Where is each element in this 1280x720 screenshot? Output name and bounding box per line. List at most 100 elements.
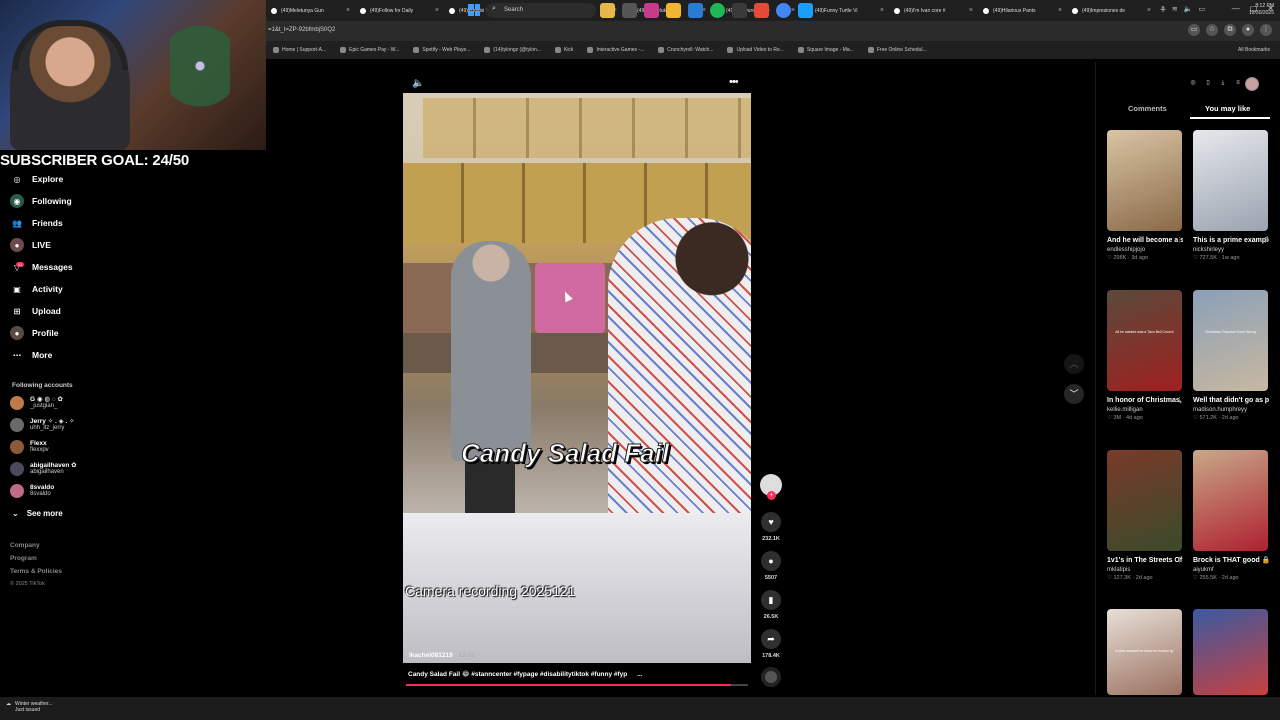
close-tab-icon[interactable]: × (346, 7, 350, 14)
chrome-icon[interactable] (776, 3, 791, 18)
bookmark-item[interactable]: Kick (554, 47, 573, 53)
video-thumbnail[interactable] (1193, 130, 1268, 231)
browser-menu-icon[interactable]: ⋮ (1260, 24, 1272, 36)
close-tab-icon[interactable]: × (1147, 7, 1151, 14)
video-thumbnail[interactable]: All he wanted was a Taco Bell Crunch (1107, 290, 1182, 391)
edge-browser-icon[interactable] (688, 3, 703, 18)
bookmark-item[interactable]: Upload Video to Re... (727, 47, 784, 53)
tab-you-may-like[interactable]: You may like (1205, 104, 1250, 113)
video-player[interactable]: Candy Salad Fail Camera recording 202512… (403, 93, 751, 663)
bookmark-item[interactable]: Interactive Games -... (587, 47, 644, 53)
video-author[interactable]: lkachel081219 12-11 (409, 652, 475, 659)
video-thumbnail[interactable] (1107, 450, 1182, 551)
card-title[interactable]: Well that didn't go as planned.... (1193, 395, 1269, 406)
task-view-icon[interactable] (622, 3, 637, 18)
sidebar-item-explore[interactable]: ◎ Explore (10, 172, 64, 186)
url-text[interactable]: =1&t_t=ZP-92bfmbjS0Q2 (268, 27, 335, 33)
steam-icon[interactable] (798, 3, 813, 18)
card-title[interactable]: 1v1's in The Streets Of Mexic... (1107, 555, 1183, 566)
bookmark-star-icon[interactable]: ☆ (1206, 24, 1218, 36)
all-bookmarks-button[interactable]: All Bookmarks (1238, 47, 1270, 53)
close-tab-icon[interactable]: × (435, 7, 439, 14)
card-menu-icon[interactable]: ⋮ (1262, 396, 1269, 404)
card-username[interactable]: aiyukmf (1193, 566, 1269, 574)
menu-icon[interactable]: ≡ (1233, 78, 1243, 88)
download-icon[interactable]: ⤓ (1218, 78, 1228, 88)
bookmark-item[interactable]: Crunchyroll: Watch... (658, 47, 713, 53)
following-account[interactable]: Jerry ✧ . ◈ . ✧ uhh_itz_jerry (10, 418, 74, 432)
following-account[interactable]: 8svaldo 8svaldo (10, 484, 54, 498)
app-icon-pink[interactable] (644, 3, 659, 18)
bookmark-item[interactable]: Free Online Schedul... (867, 47, 927, 53)
heart-icon[interactable]: ♥ (761, 512, 781, 532)
phone-icon[interactable]: ▯ (1203, 78, 1213, 88)
cast-icon[interactable]: ▭ (1188, 24, 1200, 36)
bookmark-item[interactable]: Spotify - Web Playe... (413, 47, 470, 53)
video-thumbnail[interactable] (1193, 450, 1268, 551)
widget-app-icon[interactable] (600, 3, 615, 18)
spotify-icon[interactable] (710, 3, 725, 18)
taskbar-clock[interactable]: 8:12 PM 12/30/2025 (1234, 3, 1274, 17)
sidebar-item-friends[interactable]: 👥 Friends (10, 216, 63, 230)
card-menu-icon[interactable]: ⋮ (1176, 396, 1183, 404)
more-options-icon[interactable]: ••• (729, 76, 739, 88)
follow-plus-icon[interactable]: + (767, 491, 776, 500)
volume-icon[interactable]: 🔈 (412, 78, 424, 89)
card-menu-icon[interactable]: ⋮ (1176, 236, 1183, 244)
volume-tray-icon[interactable]: 🔈 (1184, 5, 1193, 13)
share-action[interactable]: ➦ 178.4K (760, 629, 782, 659)
tray-chevron-icon[interactable]: ⌃ (1160, 5, 1166, 13)
browser-tab[interactable]: (49)I'm Ivan core # × (889, 0, 978, 21)
bookmark-icon[interactable]: ▮ (761, 590, 781, 610)
tab-comments[interactable]: Comments (1128, 104, 1167, 113)
sidebar-item-profile[interactable]: ● Profile (10, 326, 58, 340)
video-thumbnail[interactable]: Christmas Proposal Gone Wrong (1193, 290, 1268, 391)
bookmark-item[interactable]: Square Image - Ma... (797, 47, 854, 53)
video-progress-bar[interactable] (406, 684, 748, 686)
terminal-icon[interactable] (732, 3, 747, 18)
card-title[interactable]: And he will become a staple ... (1107, 235, 1183, 246)
close-tab-icon[interactable]: × (969, 7, 973, 14)
video-thumbnail[interactable]: In this moment he knew he fucked up (1107, 609, 1182, 695)
sidebar-item-activity[interactable]: ▣ Activity (10, 282, 63, 296)
recommended-video-card[interactable]: In this moment he knew he fucked up (1107, 609, 1183, 695)
weather-widget[interactable]: ☁ Winter weather... Just issued (6, 701, 53, 713)
like-action[interactable]: ♥ 232.1K (760, 512, 782, 542)
footer-program-link[interactable]: Program (10, 555, 37, 562)
battery-icon[interactable]: ▭ (1198, 5, 1205, 13)
user-avatar[interactable] (1245, 77, 1259, 91)
browser-tab[interactable]: (49)Meletunya Gun × (266, 0, 355, 21)
next-video-button[interactable]: ﹀ (1064, 384, 1084, 404)
recommended-video-card[interactable]: 1v1's in The Streets Of Mexic...mklatipi… (1107, 450, 1183, 582)
close-tab-icon[interactable]: × (1058, 7, 1062, 14)
comment-icon[interactable]: ● (761, 551, 781, 571)
music-disc-icon[interactable] (761, 667, 781, 687)
bookmark-item[interactable]: (14)tylongz (@tylon... (484, 47, 541, 53)
video-thumbnail[interactable] (1193, 609, 1268, 695)
recommended-video-card[interactable]: All he wanted was a Taco Bell Crunch In h… (1107, 290, 1183, 422)
browser-tab[interactable]: (49)Follow for Daily × (355, 0, 444, 21)
following-account[interactable]: abigailhaven ✿ abigailhaven (10, 462, 77, 476)
browser-tab[interactable]: (49)Funny Turtle Vi × (800, 0, 889, 21)
windows-start-icon[interactable] (468, 4, 480, 16)
previous-video-button[interactable]: ︿ (1064, 354, 1084, 374)
sidebar-item-more[interactable]: ⋯ More (10, 348, 52, 362)
card-username[interactable]: mklatipis (1107, 566, 1183, 574)
recommended-video-card[interactable] (1193, 609, 1269, 695)
card-username[interactable]: madison.humphreyy (1193, 406, 1269, 414)
bookmark-item[interactable]: Epic Games Pay - W... (340, 47, 399, 53)
recommended-video-card[interactable]: Christmas Proposal Gone Wrong Well that d… (1193, 290, 1269, 422)
description-more-button[interactable]: ... (637, 671, 642, 678)
close-tab-icon[interactable]: × (880, 7, 884, 14)
comment-action[interactable]: ● 5507 (760, 551, 782, 581)
recommended-video-card[interactable]: Brock is THAT good 🔒 ...aiyukmf♡ 255.5K … (1193, 450, 1269, 582)
save-action[interactable]: ▮ 26.5K (760, 590, 782, 620)
bookmark-item[interactable]: Home | Support-A... (273, 47, 326, 53)
address-bar[interactable]: =1&t_t=ZP-92bfmbjS0Q2 ▭ ☆ ⧉ ● ⋮ (266, 21, 1280, 41)
extensions-icon[interactable]: ⧉ (1224, 24, 1236, 36)
browser-tab[interactable]: (49)Hilarious Pants × (978, 0, 1067, 21)
card-menu-icon[interactable]: ⋮ (1262, 236, 1269, 244)
card-title[interactable]: In honor of Christmas, here's... (1107, 395, 1183, 406)
sidebar-item-upload[interactable]: ⊞ Upload (10, 304, 61, 318)
card-menu-icon[interactable]: ⋮ (1176, 556, 1183, 564)
